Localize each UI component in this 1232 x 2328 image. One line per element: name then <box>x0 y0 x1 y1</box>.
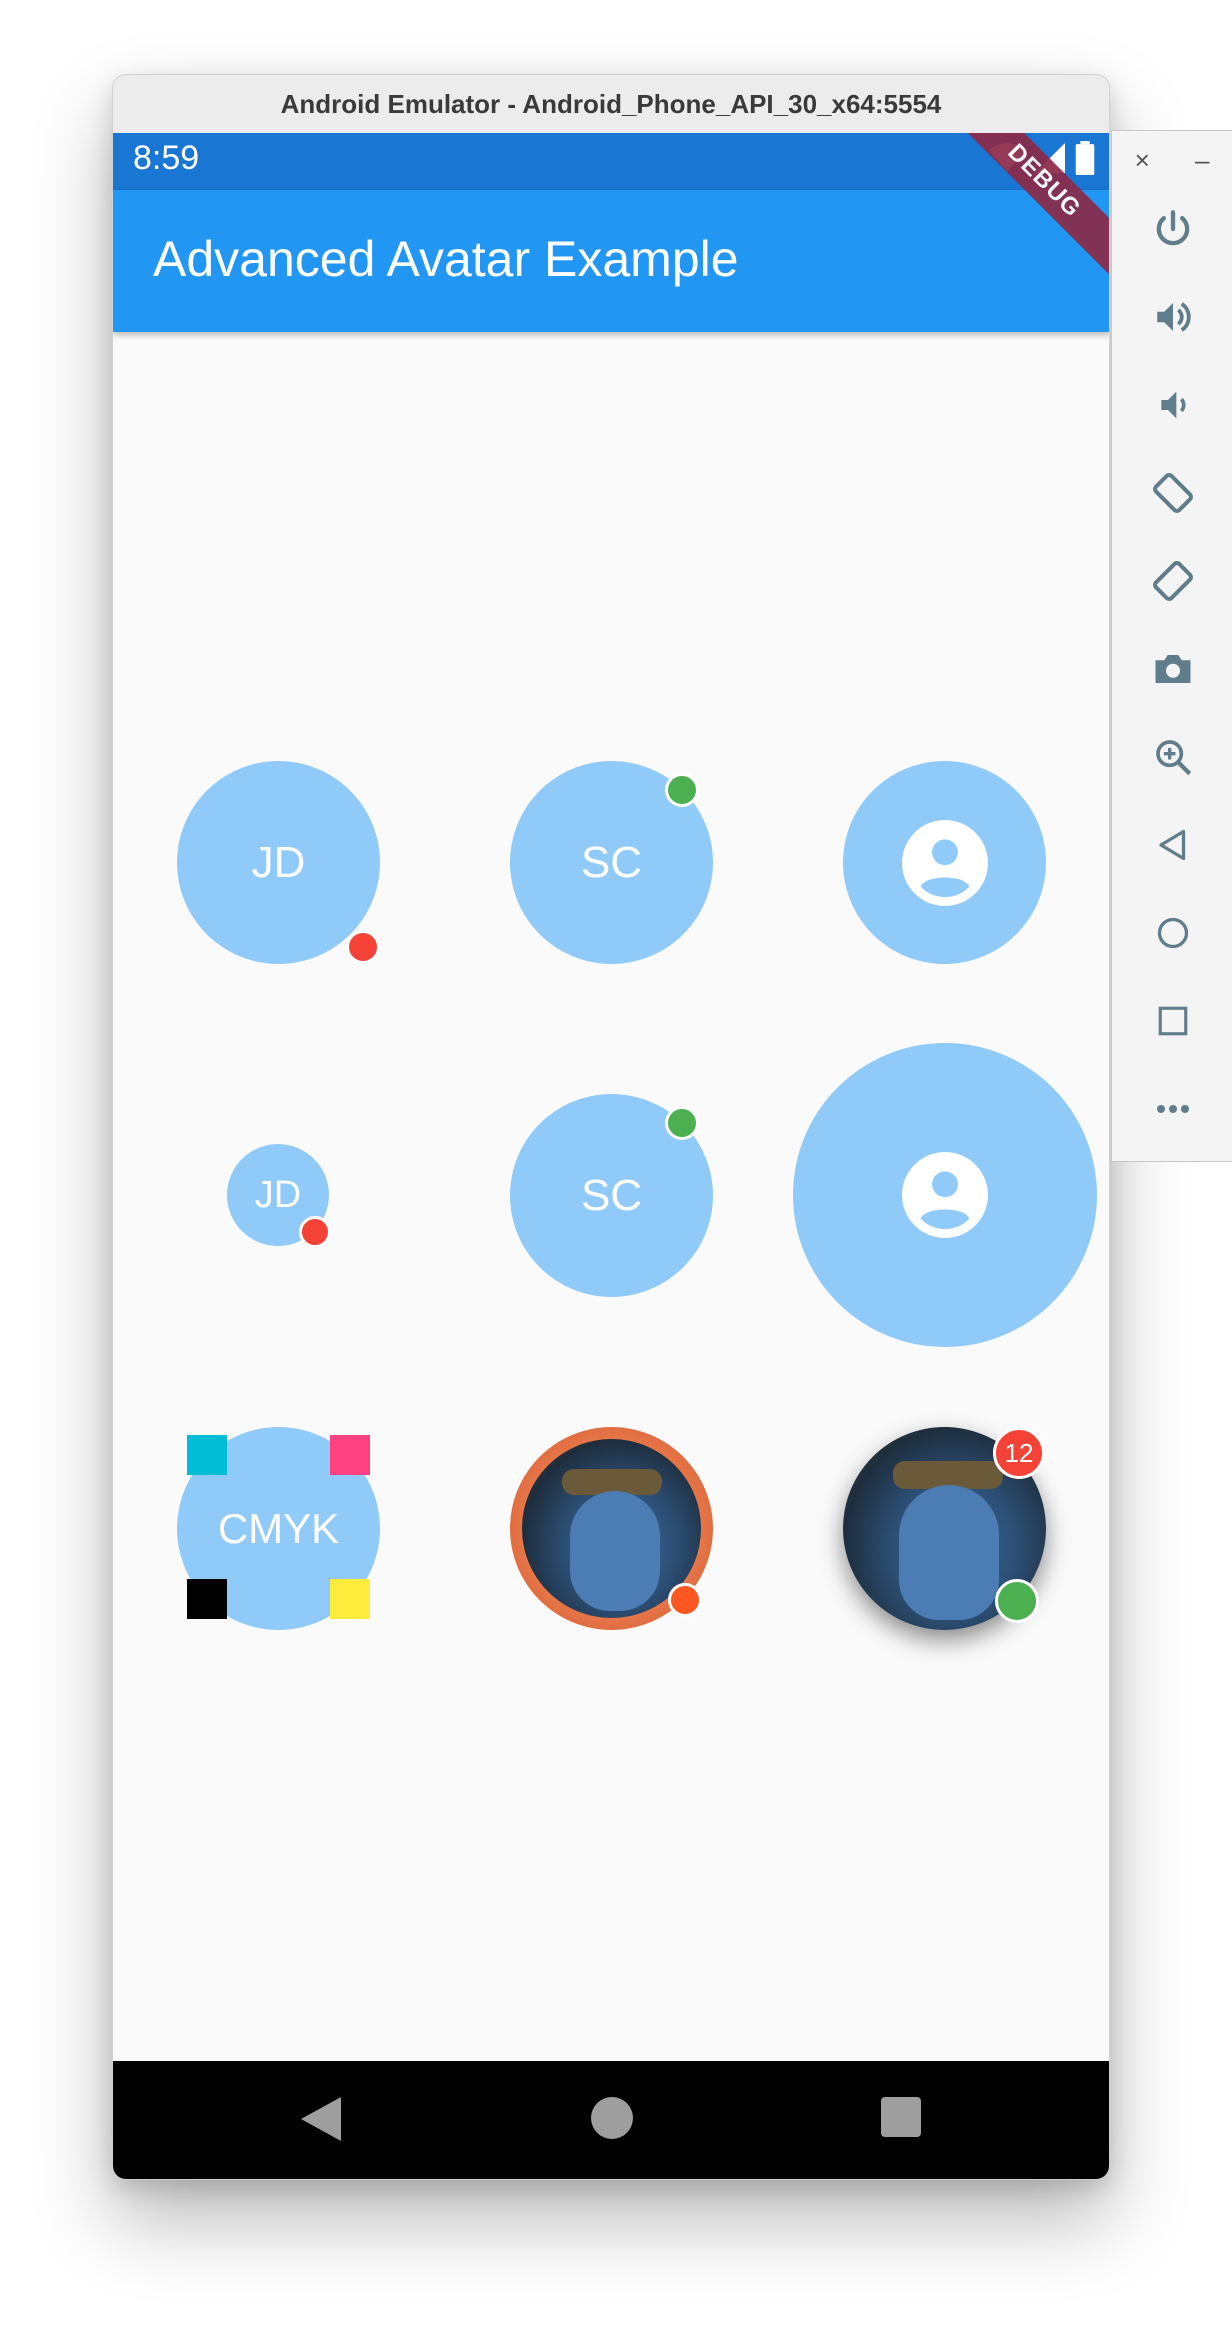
rotate-right-icon[interactable] <box>1147 555 1199 607</box>
account-circle-icon <box>901 819 988 906</box>
account-circle-icon <box>902 1152 988 1238</box>
corner-black <box>187 1579 227 1619</box>
camera-icon[interactable] <box>1147 643 1199 695</box>
battery-icon <box>1075 141 1095 175</box>
notification-badge: 12 <box>993 1427 1045 1479</box>
avatar-jd[interactable]: JD <box>177 761 380 964</box>
close-icon[interactable]: × <box>1135 145 1150 176</box>
back-icon[interactable] <box>301 2097 341 2141</box>
side-window-controls: × – <box>1112 145 1232 176</box>
status-dot-orange <box>668 1583 702 1617</box>
navigation-bar <box>113 2061 1109 2179</box>
emulator-side-toolbar: × – <box>1111 130 1232 1162</box>
device-screen: 8:59 Advanced Avatar Example DEBUG JD SC <box>113 133 1109 2179</box>
home-icon[interactable] <box>591 2097 633 2139</box>
app-bar: Advanced Avatar Example <box>113 190 1109 332</box>
avatar-initials: CMYK <box>217 1504 340 1552</box>
status-dot-red <box>299 1216 331 1248</box>
avatar-jd-small[interactable]: JD <box>227 1144 331 1248</box>
back-icon[interactable] <box>1147 819 1199 871</box>
avatar-initials: JD <box>254 1173 302 1216</box>
status-dot-red <box>346 930 380 964</box>
status-dot-green <box>665 773 699 807</box>
power-icon[interactable] <box>1147 203 1199 255</box>
avatar-sc-2[interactable]: SC <box>510 1094 713 1297</box>
volume-up-icon[interactable] <box>1147 291 1199 343</box>
app-title: Advanced Avatar Example <box>153 231 739 287</box>
minimize-icon[interactable]: – <box>1195 145 1209 176</box>
more-icon[interactable] <box>1147 1083 1199 1135</box>
home-icon[interactable] <box>1147 907 1199 959</box>
zoom-icon[interactable] <box>1147 731 1199 783</box>
corner-cyan <box>187 1435 227 1475</box>
status-dot-green <box>995 1579 1039 1623</box>
recents-icon[interactable] <box>881 2097 921 2137</box>
avatar-placeholder-large[interactable] <box>793 1043 1097 1347</box>
overview-icon[interactable] <box>1147 995 1199 1047</box>
avatar-placeholder[interactable] <box>843 761 1046 964</box>
status-time: 8:59 <box>133 139 200 177</box>
emulator-window: Android Emulator - Android_Phone_API_30_… <box>112 74 1110 2180</box>
avatar-initials: JD <box>251 837 306 887</box>
rotate-left-icon[interactable] <box>1147 467 1199 519</box>
corner-magenta <box>330 1435 370 1475</box>
avatar-sc[interactable]: SC <box>510 761 713 964</box>
status-bar: 8:59 <box>113 133 1109 190</box>
corner-yellow <box>330 1579 370 1619</box>
window-title: Android Emulator - Android_Phone_API_30_… <box>113 75 1109 133</box>
status-dot-green <box>665 1106 699 1140</box>
avatar-initials: SC <box>580 1170 643 1220</box>
avatar-initials: SC <box>580 837 643 887</box>
volume-down-icon[interactable] <box>1147 379 1199 431</box>
